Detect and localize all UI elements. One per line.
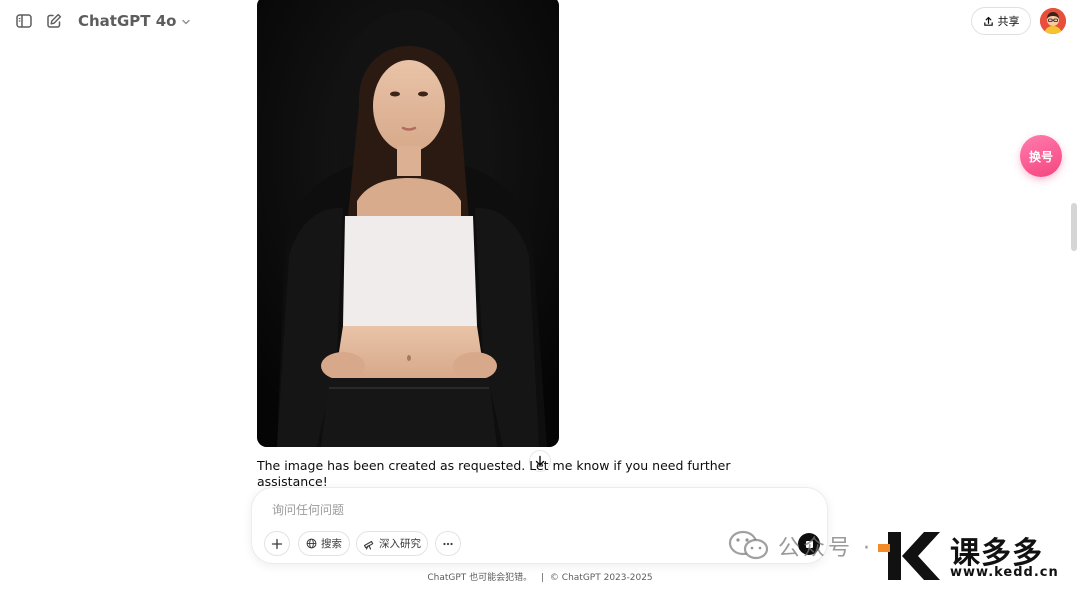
sidebar-toggle-button[interactable] [12,9,36,33]
share-button[interactable]: 共享 [971,7,1031,35]
scrollbar-thumb[interactable] [1071,203,1077,251]
watermark-wechat-text: 公众号 · [778,536,873,561]
assistant-message: The image has been created as requested.… [257,458,731,489]
search-label: 搜索 [321,538,342,550]
share-icon [983,16,993,26]
new-chat-button[interactable] [42,9,66,33]
copyright-icon: © [549,573,559,583]
ellipsis-icon [443,542,453,545]
generated-portrait-image [257,0,559,447]
telescope-icon [363,540,374,550]
disclaimer-text: ChatGPT 也可能会犯错。 [427,573,533,583]
chevron-down-icon [182,19,191,25]
footer-separator: | [541,573,545,583]
attach-button[interactable] [264,531,290,556]
wechat-icon [728,530,769,560]
more-tools-button[interactable] [435,531,461,556]
deep-research-label: 深入研究 [379,538,421,550]
new-chat-icon [47,13,62,28]
switch-account-label: 换号 [1028,149,1053,164]
copyright-text: ChatGPT 2023-2025 [561,573,653,583]
sidebar-toggle-icon [16,14,32,28]
generated-image[interactable] [257,0,559,447]
plus-icon [271,538,283,549]
switch-account-button[interactable]: 换号 [1020,135,1062,177]
avatar[interactable] [1040,8,1066,34]
user-avatar-icon [1040,8,1066,34]
watermark-url: www.kedd.cn [950,565,1059,580]
share-label: 共享 [997,15,1020,28]
prompt-input[interactable] [272,500,792,520]
model-name: ChatGPT 4o [78,12,177,30]
deep-research-button[interactable]: 深入研究 [356,531,428,556]
chat-page: ChatGPT 4o 共享 The image has been created… [0,0,1080,589]
watermark: 公众号 · 课多多 www.kedd.cn [728,528,1080,584]
kedd-logo-icon [878,532,940,580]
search-button[interactable]: 搜索 [298,531,350,556]
globe-icon [306,538,317,549]
model-switcher[interactable]: ChatGPT 4o [78,10,191,32]
